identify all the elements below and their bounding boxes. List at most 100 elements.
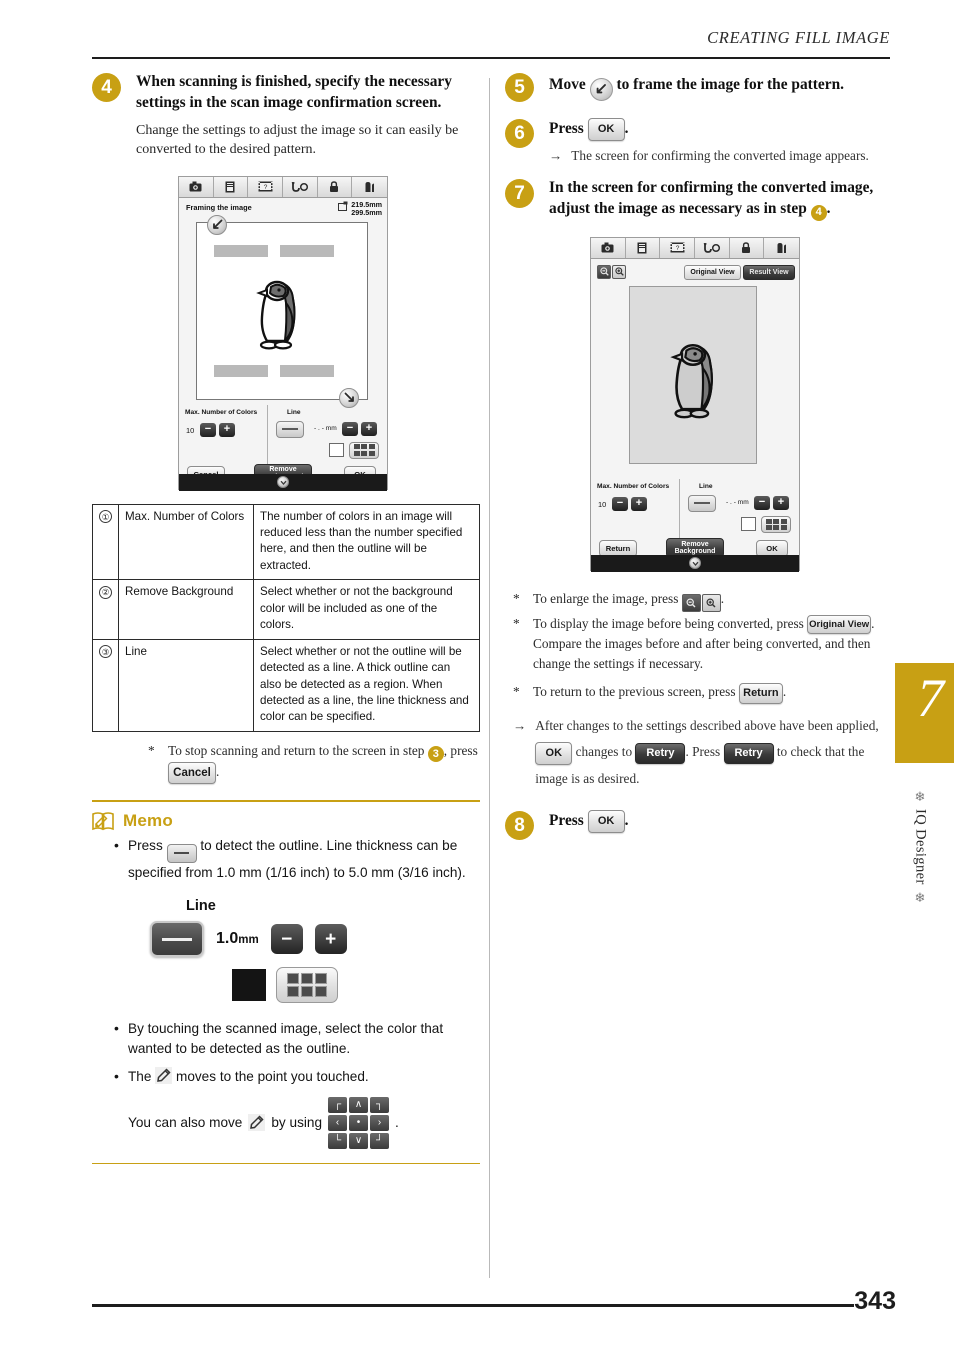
line-increment-button[interactable]: + (361, 421, 377, 436)
scan-preview-canvas[interactable] (196, 221, 368, 400)
direction-pad-icon[interactable]: ┌ ∧ ┐ ‹ • › └ ∨ ┘ (328, 1096, 390, 1149)
zoom-controls-chip[interactable] (681, 593, 721, 612)
presser-foot-button-2[interactable] (689, 557, 701, 570)
ok-button-chip[interactable]: OK (587, 117, 625, 141)
line-demo-title: Line (186, 898, 216, 915)
max-colors-label-2: Max. Number of Colors (597, 482, 670, 490)
ornament-icon-top: ❄ (914, 789, 926, 804)
machine-footer-bar (179, 473, 387, 491)
step-7-number-badge: 7 (505, 179, 534, 209)
line-toggle-button[interactable] (276, 420, 304, 438)
arrow-marker: → (549, 147, 563, 163)
lock-icon[interactable] (318, 176, 353, 197)
dpad-key-top-right[interactable]: ┐ (370, 1096, 390, 1113)
step-6-result-note: → The screen for confirming the converte… (549, 147, 895, 165)
step-6-text-after: . (624, 119, 629, 137)
line-demo-palette-button[interactable] (276, 967, 338, 1004)
needle-thread-icon[interactable] (283, 176, 318, 197)
line-decrement-button-2[interactable]: − (754, 495, 770, 510)
line-color-swatch-2[interactable] (741, 516, 756, 531)
line-thickness-value: - . - mm (314, 424, 337, 432)
page-header: CREATING FILL IMAGE (92, 28, 890, 60)
cancel-button-chip[interactable]: Cancel (168, 762, 216, 785)
home-icon[interactable] (764, 238, 799, 258)
original-view-button-chip[interactable]: Original View (807, 615, 872, 635)
step-6-block: 6 Press OK. → The screen for confirming … (505, 117, 895, 165)
dpad-key-down[interactable]: ∨ (349, 1132, 369, 1149)
memo-dpad-line: You can also move by using ┌ ∧ ┐ ‹ • › └… (128, 1096, 484, 1149)
presser-foot-button[interactable] (277, 476, 289, 488)
chapter-label-text: IQ Designer (912, 809, 929, 885)
retry-button-chip-2[interactable]: Retry (723, 742, 774, 764)
line-demo-color-swatch[interactable] (232, 969, 266, 1002)
help-icon[interactable]: ? (248, 176, 283, 197)
left-column: 4 When scanning is finished, specify the… (92, 72, 484, 1165)
line-color-palette-button[interactable] (349, 441, 379, 459)
dpad-key-left[interactable]: ‹ (328, 1114, 348, 1131)
original-view-button[interactable]: Original View (684, 264, 741, 280)
ok-button-chip-2[interactable]: OK (535, 741, 573, 765)
line-button-icon[interactable] (166, 843, 197, 863)
line-increment-button-2[interactable]: + (773, 495, 789, 510)
help-icon[interactable]: ? (660, 237, 695, 258)
eyedropper-icon-2 (248, 1114, 266, 1132)
retry-button-chip[interactable]: Retry (635, 742, 686, 764)
line-demo-increment-button[interactable]: + (314, 924, 347, 955)
dpad-key-right[interactable]: › (370, 1114, 390, 1131)
table-row-number: ② (92, 579, 119, 640)
needle-thread-icon[interactable] (695, 237, 730, 258)
document-icon[interactable] (626, 237, 661, 258)
dpad-key-bottom-left[interactable]: └ (328, 1132, 348, 1149)
line-color-swatch[interactable] (329, 442, 344, 457)
return-button-chip[interactable]: Return (738, 682, 783, 704)
zoom-in-icon[interactable] (612, 264, 626, 279)
memo-bullet-4-before: You can also move (128, 1115, 243, 1131)
step-7-block: 7 In the screen for confirming the conve… (505, 178, 895, 221)
line-color-palette-button-2[interactable] (761, 515, 791, 533)
dpad-key-center[interactable]: • (349, 1114, 369, 1131)
move-handle-icon[interactable] (589, 77, 613, 101)
retry-note-mid2: . Press (685, 744, 721, 760)
line-demo-decrement-button[interactable]: − (270, 924, 303, 955)
dpad-key-bottom-right[interactable]: ┘ (370, 1132, 390, 1149)
memo-bullet-3: The moves to the point you touched. (114, 1066, 484, 1087)
return-note-before: To return to the previous screen, press (533, 684, 736, 700)
table-row-name: Line (118, 638, 254, 732)
max-colors-increment-button[interactable]: + (219, 422, 235, 437)
lock-icon[interactable] (730, 237, 765, 258)
dpad-key-up[interactable]: ∧ (349, 1096, 369, 1113)
max-colors-increment-button-2[interactable]: + (631, 496, 647, 511)
camera-icon[interactable] (591, 237, 626, 258)
circled-number-1: ① (99, 510, 112, 524)
dpad-key-top-left[interactable]: ┌ (328, 1096, 348, 1113)
line-demo-toggle-button[interactable] (150, 921, 204, 958)
camera-icon[interactable] (179, 176, 214, 197)
frame-resize-handle-bottom-right[interactable] (339, 387, 359, 408)
converted-image-confirmation-screen-mockup: ? Original View Result View Max. Number … (590, 236, 800, 572)
remove-background-label-line1: Remove (269, 466, 297, 474)
converted-preview-canvas[interactable] (629, 285, 757, 464)
step-6-text: Press OK. (549, 117, 895, 141)
max-colors-decrement-button-2[interactable]: − (612, 496, 628, 511)
enlarge-note-after: . (720, 590, 725, 606)
zoom-out-icon[interactable] (597, 264, 611, 279)
line-demo-row-color (150, 967, 400, 1004)
line-thickness-value-2: - . - mm (726, 498, 749, 506)
ok-button-chip-3[interactable]: OK (587, 810, 625, 834)
document-icon[interactable] (214, 176, 249, 197)
zoom-in-icon-chip[interactable] (701, 593, 721, 612)
home-icon[interactable] (352, 177, 387, 197)
max-colors-decrement-button[interactable]: − (200, 422, 216, 437)
line-demo-value-number: 1.0 (216, 930, 239, 948)
frame-resize-handle-top-left[interactable] (207, 214, 227, 235)
result-view-button[interactable]: Result View (743, 264, 795, 280)
step-6-result-text: The screen for confirming the converted … (571, 147, 869, 163)
dimension-height: 299.5mm (351, 207, 382, 217)
line-decrement-button[interactable]: − (342, 421, 358, 436)
zoom-out-icon-chip[interactable] (681, 593, 701, 612)
note-text-after: . (216, 764, 220, 780)
svg-text:?: ? (675, 245, 679, 252)
step-5-text-after: to frame the image for the pattern. (616, 76, 844, 93)
settings-description-table: ① Max. Number of Colors The number of co… (92, 503, 480, 732)
line-toggle-button-2[interactable] (688, 494, 716, 512)
